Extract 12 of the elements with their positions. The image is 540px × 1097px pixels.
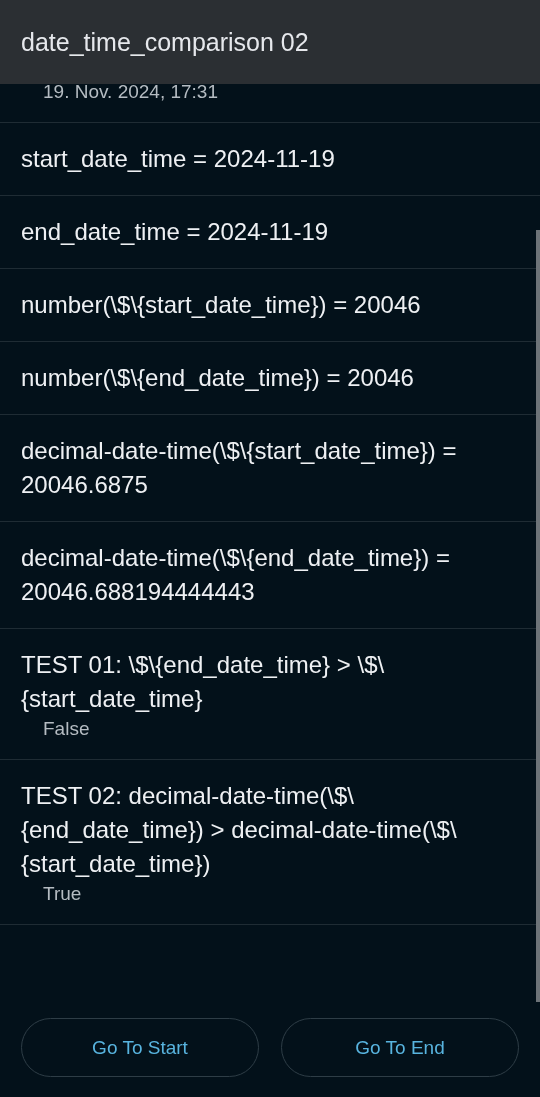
item-label: decimal-date-time(\$\{start_date_time}) = 20046.6875: [21, 436, 458, 500]
form-title: date_time_comparison 02: [21, 27, 309, 57]
item-label: end_date_time = 2024-11-19: [21, 217, 330, 247]
item-label: start_date_time = 2024-11-19: [21, 144, 336, 174]
item-label: number(\$\{end_date_time}) = 20046: [21, 363, 415, 393]
item-label: number(\$\{start_date_time}) = 20046: [21, 290, 422, 320]
item-label: TEST 01: \$\{end_date_time} > \$\{start_date_time}: [21, 650, 386, 714]
item-label: decimal-date-time(\$\{end_date_time}) = 20046.688194444443: [21, 543, 451, 607]
item-label: TEST 02: decimal-date-time(\$\{end_date_time}) > decimal-date-time(\$\{start_date_time}): [21, 781, 458, 879]
date-text: 19. Nov. 2024, 17:31: [43, 81, 218, 103]
item-value: True: [43, 883, 83, 905]
item-value: False: [43, 718, 91, 740]
